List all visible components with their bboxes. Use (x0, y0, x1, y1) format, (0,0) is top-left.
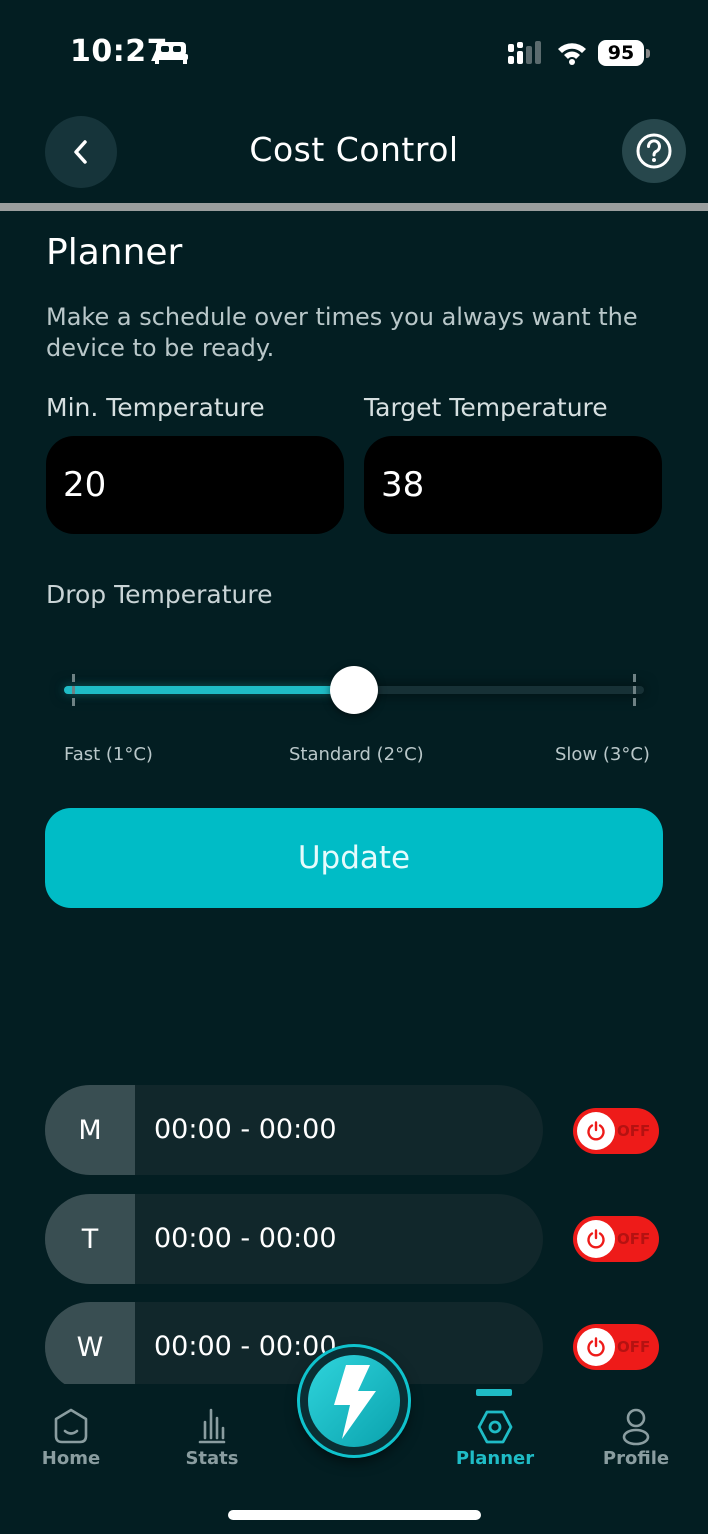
home-indicator (228, 1510, 481, 1520)
power-icon (577, 1220, 615, 1258)
slider-tick-fast (72, 674, 75, 706)
profile-icon (622, 1408, 650, 1446)
schedule-row-monday[interactable]: M 00:00 - 00:00 (45, 1085, 543, 1175)
min-temperature-input[interactable]: 20 (46, 436, 344, 534)
power-icon (577, 1328, 615, 1366)
help-button[interactable] (622, 119, 686, 183)
time-range: 00:00 - 00:00 (154, 1223, 337, 1254)
drop-temperature-slider[interactable] (64, 660, 644, 720)
nav-label-profile: Profile (602, 1448, 670, 1469)
day-label: M (45, 1085, 135, 1175)
bed-icon (154, 42, 188, 64)
slider-label-slow: Slow (3°C) (555, 744, 650, 765)
home-icon (54, 1408, 88, 1444)
schedule-row-wednesday[interactable]: W 00:00 - 00:00 (45, 1302, 543, 1392)
target-temperature-input[interactable]: 38 (364, 436, 662, 534)
stats-icon (198, 1408, 226, 1444)
section-description: Make a schedule over times you always wa… (46, 303, 638, 362)
slider-label-fast: Fast (1°C) (64, 744, 153, 765)
battery-tip (646, 49, 650, 58)
toggle-state: OFF (617, 1338, 651, 1356)
cellular-signal-icon (508, 41, 541, 64)
toggle-state: OFF (617, 1230, 651, 1248)
lightning-icon (308, 1355, 400, 1447)
slider-tick-slow (633, 674, 636, 706)
slider-label-standard: Standard (2°C) (289, 744, 424, 765)
nav-label-planner: Planner (455, 1448, 535, 1469)
battery-indicator: 95 (598, 40, 650, 66)
nav-label-stats: Stats (185, 1448, 239, 1469)
toggle-state: OFF (617, 1122, 651, 1140)
update-button[interactable]: Update (45, 808, 663, 908)
status-bar: 10:27 95 (0, 0, 708, 100)
power-icon (577, 1112, 615, 1150)
target-temperature-label: Target Temperature (364, 393, 608, 422)
battery-level: 95 (598, 40, 644, 66)
section-title: Planner (46, 232, 183, 273)
day-label: W (45, 1302, 135, 1392)
schedule-toggle-monday[interactable]: OFF (573, 1108, 659, 1154)
slider-fill (64, 686, 354, 694)
day-label: T (45, 1194, 135, 1284)
header-divider (0, 203, 708, 211)
planner-icon (477, 1410, 513, 1444)
schedule-row-tuesday[interactable]: T 00:00 - 00:00 (45, 1194, 543, 1284)
schedule-toggle-wednesday[interactable]: OFF (573, 1324, 659, 1370)
center-action-button[interactable] (300, 1347, 408, 1455)
nav-label-home: Home (41, 1448, 101, 1469)
min-temperature-label: Min. Temperature (46, 393, 265, 422)
schedule-toggle-tuesday[interactable]: OFF (573, 1216, 659, 1262)
slider-thumb[interactable] (330, 666, 378, 714)
page-title: Cost Control (249, 130, 459, 169)
wifi-icon (558, 43, 586, 65)
drop-temperature-label: Drop Temperature (46, 580, 273, 609)
time-range: 00:00 - 00:00 (154, 1114, 337, 1145)
nav-active-indicator (476, 1389, 512, 1396)
help-icon (636, 133, 672, 169)
